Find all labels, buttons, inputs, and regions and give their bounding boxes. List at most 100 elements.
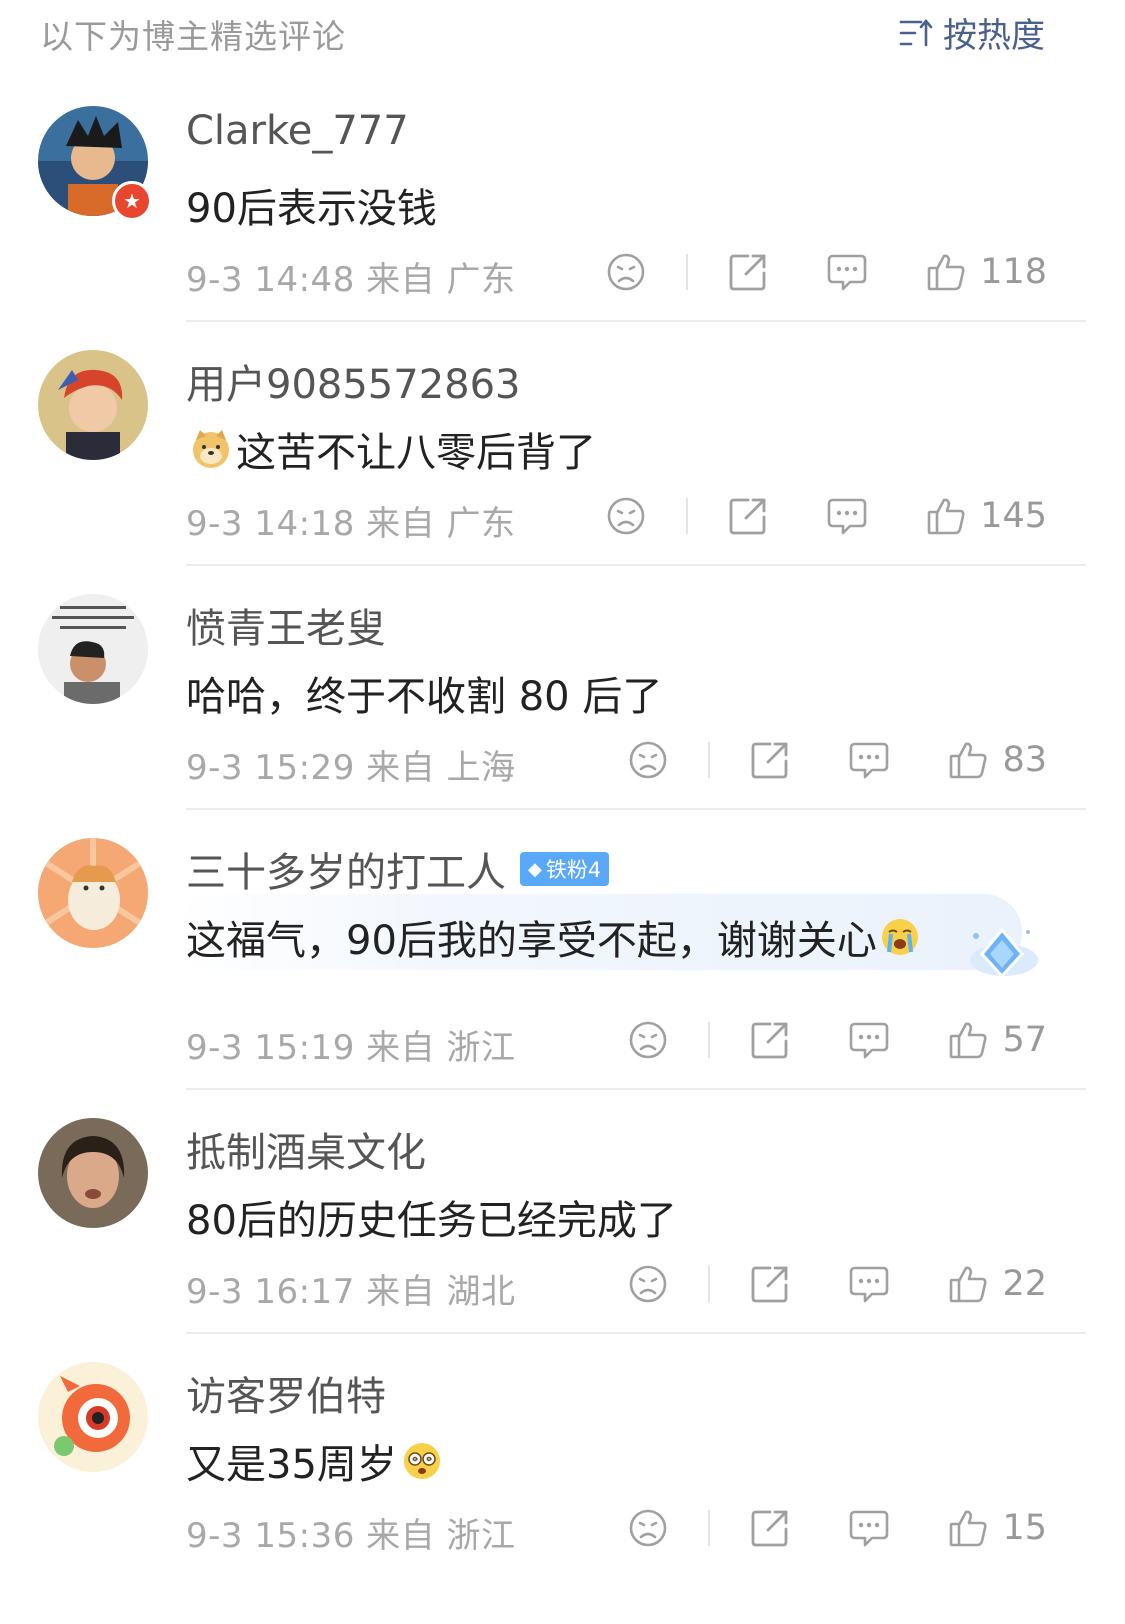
like-count: 22: [1002, 1264, 1047, 1304]
comments-header: 以下为博主精选评论 按热度: [0, 0, 1125, 66]
username-row: 三十多岁的打工人 ◆ 铁粉4: [186, 840, 610, 898]
share-button[interactable]: [750, 740, 790, 780]
sort-icon: [899, 18, 933, 46]
divider: [708, 1266, 711, 1302]
comment-meta: 9-3 16:17 来自 湖北: [186, 1264, 515, 1313]
username[interactable]: 愤青王老叟: [186, 596, 386, 654]
dislike-icon: [630, 741, 667, 779]
divider: [686, 498, 689, 534]
username[interactable]: 抵制酒桌文化: [186, 1120, 426, 1178]
like-icon: [927, 498, 965, 535]
fan-badge-label: 铁粉4: [545, 858, 602, 882]
share-button[interactable]: [750, 1020, 790, 1060]
comment-icon: [850, 1510, 889, 1547]
comment-icon: [827, 254, 867, 291]
share-button[interactable]: [728, 496, 768, 536]
like-count: 83: [1002, 740, 1047, 780]
like-button[interactable]: 15: [948, 1508, 1047, 1548]
comment-location: 来自 上海: [366, 748, 516, 788]
like-count: 57: [1002, 1020, 1047, 1060]
like-icon: [927, 254, 965, 291]
avatar[interactable]: [38, 1362, 148, 1472]
divider: [708, 1510, 711, 1546]
divider: [708, 742, 711, 778]
comment-text: 80后的历史任务已经完成了: [186, 1198, 677, 1244]
like-button[interactable]: 83: [948, 740, 1047, 780]
divider: [186, 1088, 1086, 1090]
share-icon: [752, 1510, 788, 1547]
section-title: 以下为博主精选评论: [40, 17, 346, 56]
comment-location: 来自 湖北: [366, 1272, 516, 1312]
like-icon: [950, 742, 987, 779]
comment-actions: 118: [606, 250, 1047, 294]
username[interactable]: 三十多岁的打工人: [186, 840, 506, 898]
dislike-icon: [607, 253, 645, 291]
dislike-icon: [630, 1509, 667, 1547]
comment-text-content: 这苦不让八零后背了: [236, 430, 596, 476]
like-button[interactable]: 22: [948, 1264, 1047, 1304]
reply-button[interactable]: [848, 740, 890, 780]
comment-time: 9-3 14:48: [186, 260, 355, 300]
dislike-button[interactable]: [606, 252, 646, 292]
comment-meta: 9-3 14:18 来自 广东: [186, 496, 515, 545]
reply-button[interactable]: [848, 1264, 890, 1304]
dislike-button[interactable]: [628, 740, 668, 780]
comment-text-content: 又是35周岁: [186, 1442, 397, 1488]
doge-emoji-icon: [193, 430, 229, 468]
share-button[interactable]: [728, 252, 768, 292]
reply-button[interactable]: [848, 1020, 890, 1060]
dislike-button[interactable]: [628, 1264, 668, 1304]
share-icon: [729, 254, 766, 291]
comment-actions: 15: [628, 1506, 1047, 1550]
divider: [186, 1332, 1086, 1334]
comment-text: 这苦不让八零后背了: [190, 420, 596, 478]
avatar[interactable]: [38, 594, 148, 704]
reply-button[interactable]: [826, 252, 868, 292]
dislike-icon: [630, 1021, 667, 1059]
comment-location: 来自 广东: [366, 260, 516, 300]
share-button[interactable]: [750, 1264, 790, 1304]
comment-actions: 83: [628, 738, 1047, 782]
username[interactable]: 用户9085572863: [186, 352, 521, 410]
comment-actions: 57: [628, 1018, 1047, 1062]
share-icon: [752, 742, 788, 779]
comment-text: 90后表示没钱: [186, 186, 437, 232]
dislike-button[interactable]: [628, 1508, 668, 1548]
diamond-icon: ◆: [528, 858, 542, 880]
comment-time: 9-3 14:18: [186, 504, 355, 544]
like-button[interactable]: 118: [926, 252, 1047, 292]
divider: [708, 1022, 711, 1058]
avatar[interactable]: [38, 350, 148, 460]
fan-badge[interactable]: ◆ 铁粉4: [520, 852, 610, 886]
like-icon: [950, 1022, 987, 1059]
comment-time: 9-3 15:36: [186, 1516, 355, 1556]
divider: [686, 254, 689, 290]
sort-label: 按热度: [943, 16, 1045, 56]
comment-time: 9-3 15:19: [186, 1028, 355, 1068]
avatar[interactable]: [38, 838, 148, 948]
comment-actions: 22: [628, 1262, 1047, 1306]
like-count: 15: [1002, 1508, 1047, 1548]
username[interactable]: Clarke_777: [186, 108, 409, 154]
comment-meta: 9-3 15:36 来自 浙江: [186, 1508, 515, 1557]
divider: [186, 320, 1086, 322]
avatar[interactable]: [38, 1118, 148, 1228]
sort-by-hot-button[interactable]: 按热度: [899, 8, 1045, 57]
share-button[interactable]: [750, 1508, 790, 1548]
comment-location: 来自 浙江: [366, 1516, 516, 1556]
dislike-button[interactable]: [606, 496, 646, 536]
username[interactable]: 访客罗伯特: [186, 1364, 386, 1422]
share-icon: [729, 498, 766, 535]
divider: [186, 564, 1086, 566]
comment-icon: [850, 1022, 889, 1059]
verified-badge-icon: ★: [112, 181, 152, 221]
like-count: 145: [980, 496, 1047, 536]
reply-button[interactable]: [826, 496, 868, 536]
dislike-button[interactable]: [628, 1020, 668, 1060]
dislike-icon: [630, 1265, 667, 1303]
reply-button[interactable]: [848, 1508, 890, 1548]
like-button[interactable]: 57: [948, 1020, 1047, 1060]
like-icon: [950, 1510, 987, 1547]
like-button[interactable]: 145: [926, 496, 1047, 536]
comment-icon: [850, 1266, 889, 1303]
